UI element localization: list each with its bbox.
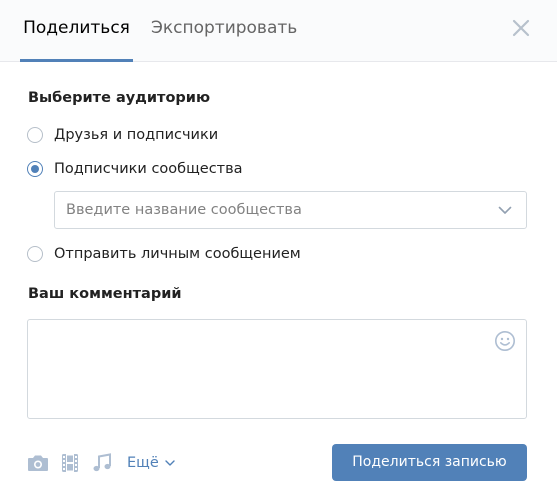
camera-icon[interactable] [27, 452, 49, 474]
comment-title: Ваш комментарий [28, 286, 182, 302]
smile-icon[interactable] [494, 330, 516, 352]
radio-button[interactable] [27, 127, 43, 143]
audience-title: Выберите аудиторию [28, 90, 211, 106]
more-label: Ещё [127, 455, 159, 471]
radio-label: Друзья и подписчики [54, 127, 219, 143]
tab-share[interactable]: Поделиться [20, 0, 133, 62]
tab-export[interactable]: Экспортировать [151, 0, 297, 62]
dialog-header: Поделиться Экспортировать [0, 0, 557, 62]
radio-private-message[interactable]: Отправить личным сообщением [27, 244, 301, 264]
more-attachments-button[interactable]: Ещё [127, 452, 175, 474]
radio-button[interactable] [27, 246, 43, 262]
close-icon[interactable] [511, 18, 531, 38]
radio-label: Отправить личным сообщением [54, 246, 301, 262]
chevron-down-icon [165, 460, 175, 466]
music-note-icon[interactable] [92, 452, 112, 474]
community-select-placeholder: Введите название сообщества [66, 202, 302, 218]
chevron-down-icon [498, 206, 512, 214]
radio-community-subscribers[interactable]: Подписчики сообщества [27, 159, 243, 179]
share-dialog: Поделиться Экспортировать Выберите аудит… [0, 0, 557, 501]
radio-button-checked[interactable] [27, 161, 43, 177]
radio-friends-followers[interactable]: Друзья и подписчики [27, 125, 218, 145]
comment-input[interactable] [27, 319, 527, 419]
radio-label: Подписчики сообщества [54, 161, 243, 177]
share-post-button[interactable]: Поделиться записью [332, 444, 527, 481]
community-select[interactable]: Введите название сообщества [54, 191, 527, 229]
film-icon[interactable] [60, 452, 80, 474]
